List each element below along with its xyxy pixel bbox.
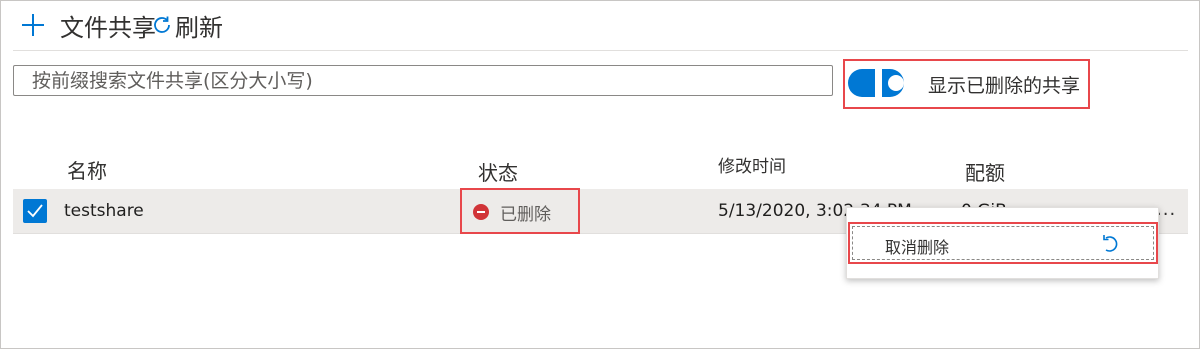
show-deleted-toggle[interactable] (848, 69, 904, 97)
show-deleted-label: 显示已删除的共享 (928, 75, 1081, 97)
undelete-menu-item[interactable]: 取消删除 (848, 222, 1158, 264)
row-checkbox[interactable] (23, 199, 47, 223)
command-bar: 文件共享 刷新 (13, 0, 1188, 51)
add-file-share-button[interactable]: 文件共享 (22, 8, 156, 42)
refresh-icon (151, 14, 173, 36)
more-actions-button[interactable]: ... (1156, 199, 1176, 220)
search-input[interactable] (13, 65, 833, 96)
column-header-name[interactable]: 名称 (67, 155, 107, 184)
add-file-share-label: 文件共享 (60, 13, 156, 42)
plus-icon (22, 14, 44, 36)
column-header-quota[interactable]: 配额 (965, 157, 1005, 186)
column-header-status[interactable]: 状态 (478, 157, 518, 186)
deleted-status-icon (473, 204, 489, 220)
checkmark-icon (27, 204, 43, 218)
page-frame (0, 0, 1200, 349)
undelete-label: 取消删除 (885, 238, 950, 257)
context-menu: 取消删除 (846, 207, 1159, 279)
refresh-label: 刷新 (175, 13, 223, 42)
column-header-modified[interactable]: 修改时间 (718, 152, 786, 177)
status-cell: 已删除 (460, 188, 580, 234)
undo-icon (1102, 233, 1122, 259)
toggle-knob (888, 75, 904, 91)
status-text: 已删除 (500, 205, 551, 225)
refresh-button[interactable]: 刷新 (151, 8, 223, 42)
share-name[interactable]: testshare (64, 201, 144, 221)
show-deleted-toggle-group: 显示已删除的共享 (843, 59, 1090, 109)
